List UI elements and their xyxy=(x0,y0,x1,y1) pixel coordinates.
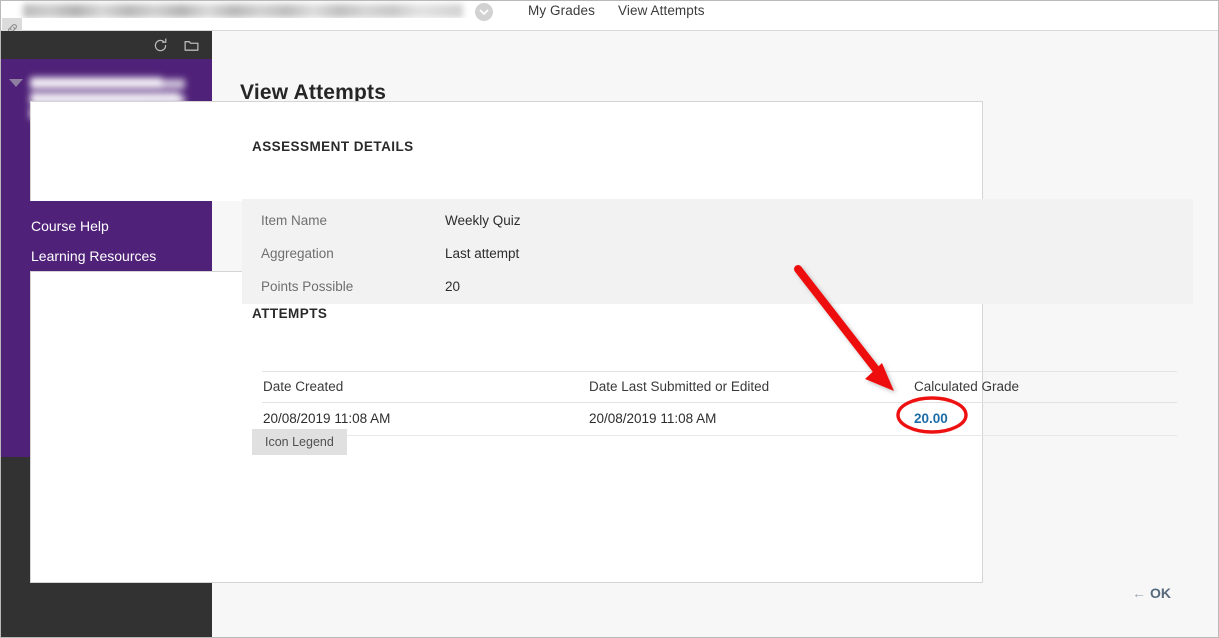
calculated-grade-link[interactable]: 20.00 xyxy=(914,411,948,426)
detail-key: Aggregation xyxy=(261,246,334,261)
topbar-lower-strip xyxy=(22,18,1198,30)
top-bar: My Grades View Attempts xyxy=(1,1,1218,31)
browser-window: My Grades View Attempts Course Help Lear… xyxy=(0,0,1219,638)
caret-down-icon[interactable] xyxy=(9,79,23,87)
redacted-course-title xyxy=(23,4,463,18)
breadcrumb-my-grades[interactable]: My Grades xyxy=(528,2,595,20)
sidebar-item-learning-resources[interactable]: Learning Resources xyxy=(1,241,212,271)
footer-actions: ← OK xyxy=(901,585,1171,601)
table-header-row: Date Created Date Last Submitted or Edit… xyxy=(262,371,1177,403)
back-arrow-icon: ← xyxy=(1132,585,1146,601)
column-header-date-created[interactable]: Date Created xyxy=(263,372,343,402)
cell-date-submitted: 20/08/2019 11:08 AM xyxy=(589,411,717,426)
detail-value: Last attempt xyxy=(445,246,520,261)
assessment-details-heading: ASSESSMENT DETAILS xyxy=(252,139,422,154)
column-header-date-submitted[interactable]: Date Last Submitted or Edited xyxy=(589,372,769,402)
detail-key: Points Possible xyxy=(261,279,354,294)
attempts-table: Date Created Date Last Submitted or Edit… xyxy=(262,371,1177,436)
detail-key: Item Name xyxy=(261,213,328,228)
chevron-down-icon[interactable] xyxy=(475,3,493,21)
detail-value: 20 xyxy=(445,279,461,294)
icon-legend-button[interactable]: Icon Legend xyxy=(252,429,347,455)
detail-value: Weekly Quiz xyxy=(445,213,521,228)
column-header-calculated-grade[interactable]: Calculated Grade xyxy=(914,372,1019,402)
table-row: 20/08/2019 11:08 AM 20/08/2019 11:08 AM … xyxy=(262,403,1177,436)
assessment-details-panel xyxy=(30,101,983,201)
course-menu-toolbar xyxy=(1,31,212,59)
ok-button[interactable]: OK xyxy=(1150,585,1171,601)
refresh-icon[interactable] xyxy=(152,37,169,54)
folder-icon[interactable] xyxy=(183,37,200,54)
assessment-details-box: Item Name Weekly Quiz Aggregation Last a… xyxy=(242,199,1193,304)
attempts-heading: ATTEMPTS xyxy=(252,306,336,321)
breadcrumb-view-attempts[interactable]: View Attempts xyxy=(618,2,705,20)
cell-calculated-grade: 20.00 xyxy=(914,403,948,435)
sidebar-item-course-help[interactable]: Course Help xyxy=(1,211,212,241)
